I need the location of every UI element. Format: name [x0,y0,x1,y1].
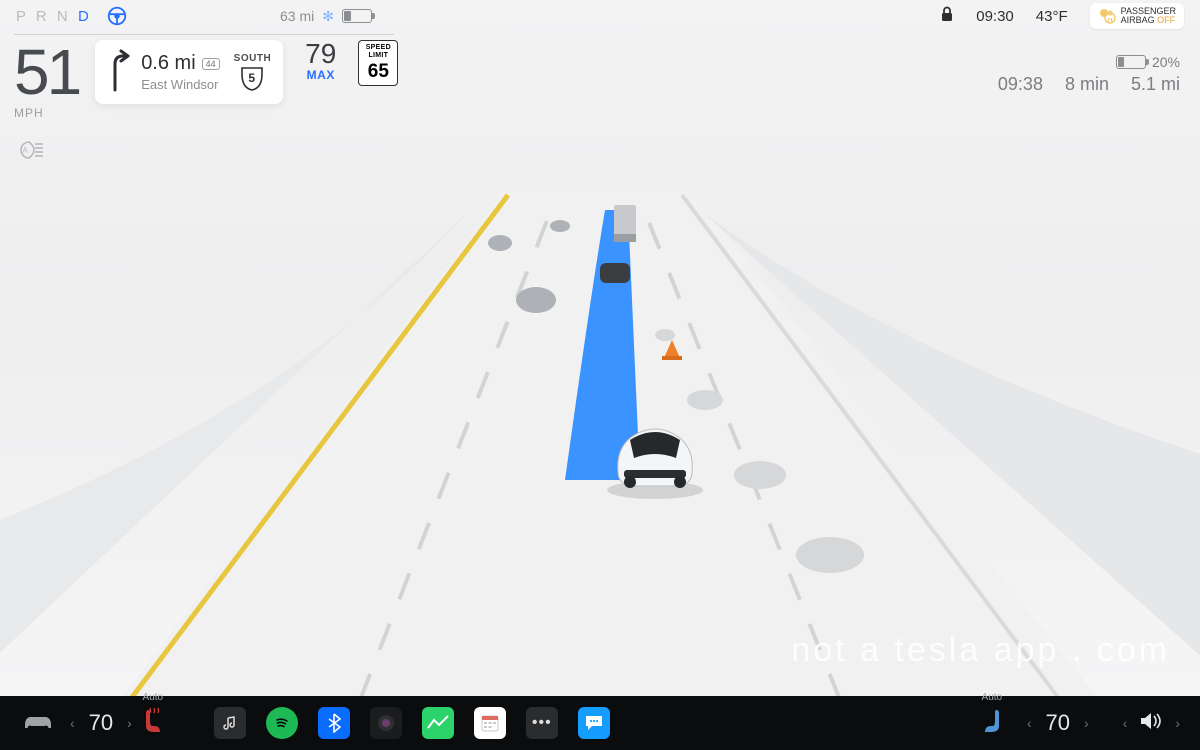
trip-info[interactable]: 20% 09:38 8 min 5.1 mi [998,54,1180,95]
chevron-right-icon[interactable]: › [1084,715,1089,731]
bluetooth-app-button[interactable] [318,707,350,739]
left-climate[interactable]: ‹ 70 › [70,710,132,736]
lock-icon[interactable] [940,6,954,27]
svg-text:5: 5 [249,71,256,85]
speed-unit: MPH [14,106,79,120]
watermark: not a tesla app . com [791,631,1170,670]
spotify-app-button[interactable] [266,707,298,739]
app-launcher: ••• [214,707,610,739]
snowflake-icon: ✻ [322,8,334,25]
instrument-cluster: 51 MPH 0.6 mi 44 East Windsor SOUTH 5 79… [14,40,398,120]
autopilot-set-speed[interactable]: 79 MAX [305,40,336,82]
route-shield: SOUTH 5 [234,53,272,92]
range-remaining: 63 mi [280,8,314,24]
nav-destination: East Windsor [141,77,219,92]
nav-distance: 0.6 mi [141,52,195,75]
chevron-right-icon[interactable]: › [127,715,132,731]
more-apps-button[interactable]: ••• [526,707,558,739]
car-controls-button[interactable] [20,709,56,738]
chevron-left-icon[interactable]: ‹ [70,715,75,731]
dashcam-app-button[interactable] [370,707,402,739]
music-app-button[interactable] [214,707,246,739]
battery-icon [1116,55,1146,69]
auto-headlight-icon: A [16,140,44,165]
left-temp[interactable]: 70 [89,710,113,736]
chevron-left-icon[interactable]: ‹ [1027,715,1032,731]
calendar-app-button[interactable] [474,707,506,739]
right-seat-heat[interactable]: Auto [979,706,1005,741]
chevron-right-icon[interactable]: › [1175,715,1180,731]
outside-temp: 43°F [1036,8,1068,25]
navigation-card[interactable]: 0.6 mi 44 East Windsor SOUTH 5 [95,40,283,104]
battery-icon [342,9,372,23]
arrival-battery: 20% [1152,54,1180,70]
airbag-icon [1098,7,1116,25]
clock: 09:30 [976,8,1014,25]
airbag-badge: PASSENGER AIRBAG OFF [1090,3,1184,29]
energy-app-button[interactable] [422,707,454,739]
volume-control[interactable]: ‹ › [1123,711,1180,736]
bottom-dock: ‹ 70 › Auto ••• Auto ‹ 70 [0,696,1200,750]
trip-duration: 8 min [1065,74,1109,95]
trip-distance: 5.1 mi [1131,74,1180,95]
turn-right-icon [103,48,131,97]
current-speed: 51 [14,40,79,104]
autopilot-icon [106,5,128,27]
chevron-left-icon[interactable]: ‹ [1123,715,1128,731]
gear-selector: P R N D [16,8,92,25]
trip-eta: 09:38 [998,74,1043,95]
volume-icon[interactable] [1139,711,1163,736]
exit-badge: 44 [202,58,220,70]
svg-text:A: A [22,146,28,155]
right-climate[interactable]: ‹ 70 › [1027,710,1089,736]
right-temp[interactable]: 70 [1046,710,1070,736]
messages-app-button[interactable] [578,707,610,739]
left-seat-heat[interactable]: Auto [140,706,166,741]
speed-limit-sign: SPEED LIMIT 65 [358,40,398,86]
